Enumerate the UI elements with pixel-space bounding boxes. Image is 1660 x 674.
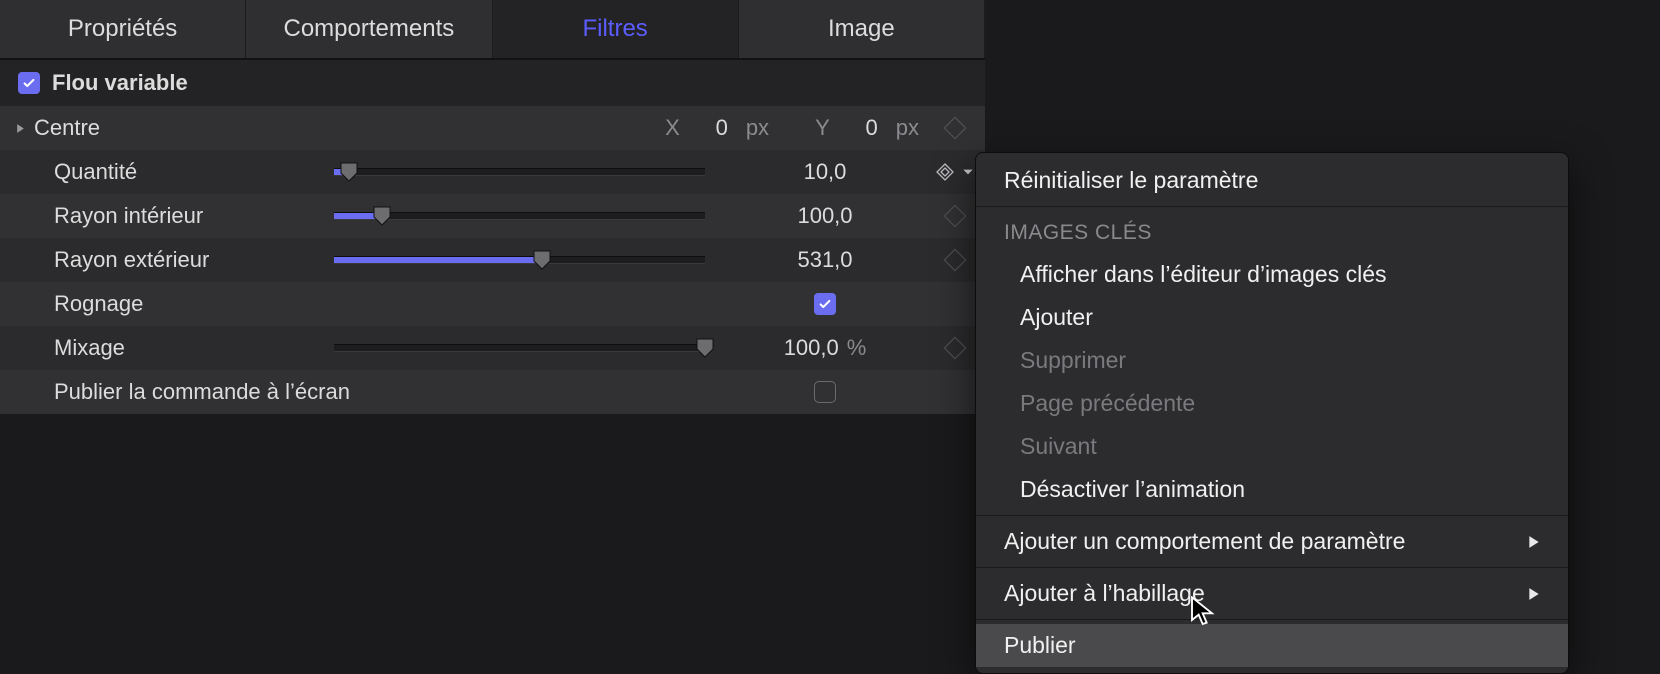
- menu-separator: [976, 206, 1568, 207]
- value-mixage[interactable]: 100,0%: [725, 335, 925, 361]
- row-rayon-exterieur: Rayon extérieur 531,0: [0, 238, 985, 282]
- menu-add-to-rig[interactable]: Ajouter à l’habillage: [976, 572, 1568, 615]
- keyframe-wrapped-icon: [935, 162, 955, 182]
- centre-x-value[interactable]: 0: [694, 115, 728, 141]
- menu-separator: [976, 619, 1568, 620]
- centre-x-unit: px: [746, 115, 769, 141]
- disclosure-triangle-icon[interactable]: [12, 123, 28, 134]
- tab-filters[interactable]: Filtres: [493, 0, 739, 58]
- slider-quantite[interactable]: [334, 168, 705, 176]
- slider-thumb-icon[interactable]: [372, 205, 392, 227]
- slider-re[interactable]: [334, 256, 705, 264]
- diamond-icon: [944, 205, 967, 228]
- menu-previous-keyframe: Page précédente: [976, 382, 1568, 425]
- tab-behaviors[interactable]: Comportements: [246, 0, 492, 58]
- centre-y-unit: px: [896, 115, 919, 141]
- row-mixage: Mixage 100,0%: [0, 326, 985, 370]
- value-ri[interactable]: 100,0: [725, 203, 925, 229]
- checkbox-rognage[interactable]: [814, 293, 836, 315]
- param-label-rognage: Rognage: [54, 291, 334, 317]
- param-rows: Centre X 0 px Y 0 px Quantité: [0, 106, 985, 414]
- value-quantite[interactable]: 10,0: [725, 159, 925, 185]
- menu-separator: [976, 567, 1568, 568]
- filter-header: Flou variable: [0, 60, 985, 106]
- filter-title: Flou variable: [52, 70, 188, 96]
- axis-y-label: Y: [815, 115, 830, 141]
- slider-ri[interactable]: [334, 212, 705, 220]
- slider-mixage[interactable]: [334, 344, 705, 352]
- menu-next-keyframe: Suivant: [976, 425, 1568, 468]
- menu-reset-parameter[interactable]: Réinitialiser le paramètre: [976, 159, 1568, 202]
- centre-xy: X 0 px Y 0 px: [314, 115, 919, 141]
- slider-thumb-icon[interactable]: [695, 337, 715, 359]
- menu-add-keyframe[interactable]: Ajouter: [976, 296, 1568, 339]
- menu-add-parameter-behavior[interactable]: Ajouter un comportement de paramètre: [976, 520, 1568, 563]
- tabs: Propriétés Comportements Filtres Image: [0, 0, 985, 60]
- diamond-icon: [944, 337, 967, 360]
- param-label-centre: Centre: [34, 115, 314, 141]
- param-label-mixage: Mixage: [54, 335, 334, 361]
- slider-thumb-icon[interactable]: [339, 161, 359, 183]
- menu-separator: [976, 515, 1568, 516]
- inspector-panel: Propriétés Comportements Filtres Image F…: [0, 0, 985, 414]
- menu-publish[interactable]: Publier: [976, 624, 1568, 667]
- checkbox-publish[interactable]: [814, 381, 836, 403]
- menu-section-keyframes: IMAGES CLÉS: [976, 211, 1568, 253]
- row-quantite: Quantité 10,0: [0, 150, 985, 194]
- slider-thumb-icon[interactable]: [532, 249, 552, 271]
- value-re[interactable]: 531,0: [725, 247, 925, 273]
- keyframe-centre[interactable]: [925, 120, 985, 136]
- animation-context-menu: Réinitialiser le paramètre IMAGES CLÉS A…: [975, 152, 1569, 674]
- axis-x-label: X: [665, 115, 680, 141]
- row-centre: Centre X 0 px Y 0 px: [0, 106, 985, 150]
- diamond-icon: [944, 249, 967, 272]
- tab-image[interactable]: Image: [739, 0, 985, 58]
- param-label-quantite: Quantité: [54, 159, 334, 185]
- tab-properties[interactable]: Propriétés: [0, 0, 246, 58]
- param-label-ri: Rayon intérieur: [54, 203, 334, 229]
- checkbox-publish-wrap: [725, 381, 925, 403]
- row-rayon-interieur: Rayon intérieur 100,0: [0, 194, 985, 238]
- param-label-publish: Publier la commande à l’écran: [54, 379, 574, 405]
- param-label-re: Rayon extérieur: [54, 247, 334, 273]
- menu-delete-keyframe: Supprimer: [976, 339, 1568, 382]
- slider-fill: [334, 257, 542, 263]
- filter-enable-checkbox[interactable]: [18, 72, 40, 94]
- row-publish-osc: Publier la commande à l’écran: [0, 370, 985, 414]
- checkbox-rognage-wrap: [725, 293, 925, 315]
- submenu-arrow-icon: [1528, 528, 1540, 555]
- row-rognage: Rognage: [0, 282, 985, 326]
- menu-show-in-keyframe-editor[interactable]: Afficher dans l’éditeur d’images clés: [976, 253, 1568, 296]
- menu-disable-animation[interactable]: Désactiver l’animation: [976, 468, 1568, 511]
- submenu-arrow-icon: [1528, 580, 1540, 607]
- diamond-icon: [944, 117, 967, 140]
- chevron-down-icon[interactable]: [961, 159, 975, 185]
- centre-y-value[interactable]: 0: [844, 115, 878, 141]
